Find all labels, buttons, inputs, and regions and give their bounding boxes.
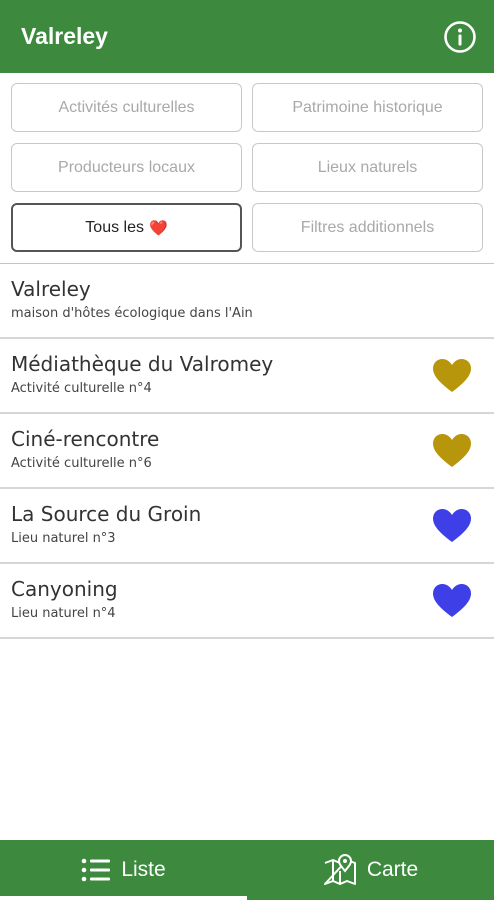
heart-icon[interactable] <box>432 583 472 619</box>
filter-favorites-button[interactable]: Tous les ❤️ <box>11 203 242 252</box>
item-name: La Source du Groin <box>11 502 202 526</box>
list-item[interactable]: Valreley maison d'hôtes écologique dans … <box>0 264 494 339</box>
item-name: Valreley <box>11 277 91 301</box>
filter-natural-button[interactable]: Lieux naturels <box>252 143 483 192</box>
tab-list-label: Liste <box>121 858 166 881</box>
list-icon <box>81 858 111 882</box>
heart-shape <box>433 359 471 392</box>
item-name: Médiathèque du Valromey <box>11 352 274 376</box>
map-pin-icon <box>323 854 357 886</box>
filter-grid: Activités culturelles Patrimoine histori… <box>0 73 494 263</box>
tab-list[interactable]: Liste <box>0 840 247 900</box>
info-button[interactable] <box>442 19 478 55</box>
filter-producers-button[interactable]: Producteurs locaux <box>11 143 242 192</box>
bottom-nav: Liste Carte <box>0 840 494 900</box>
places-list: Valreley maison d'hôtes écologique dans … <box>0 264 494 639</box>
list-item[interactable]: Canyoning Lieu naturel n°4 <box>0 564 494 639</box>
item-name: Ciné-rencontre <box>11 427 160 451</box>
item-subtitle: Activité culturelle n°6 <box>11 456 152 471</box>
app-title: Valreley <box>21 23 108 49</box>
heart-icon[interactable] <box>432 433 472 469</box>
info-circle-icon <box>444 20 476 53</box>
list-item[interactable]: Ciné-rencontre Activité culturelle n°6 <box>0 414 494 489</box>
heart-icon[interactable] <box>432 508 472 544</box>
filter-favorites-label: Tous les <box>85 218 144 236</box>
filter-heritage-button[interactable]: Patrimoine historique <box>252 83 483 132</box>
filter-additional-button[interactable]: Filtres additionnels <box>252 203 483 252</box>
item-name: Canyoning <box>11 577 118 601</box>
tab-map-label: Carte <box>366 858 419 881</box>
heart-icon[interactable] <box>432 358 472 394</box>
list-item[interactable]: Médiathèque du Valromey Activité culture… <box>0 339 494 414</box>
heart-shape <box>433 509 471 542</box>
tab-map[interactable]: Carte <box>247 840 494 900</box>
app-root: Valreley Activités culturelles Patrimoin… <box>0 0 494 900</box>
heart-shape <box>433 584 471 617</box>
app-header: Valreley <box>0 0 494 73</box>
list-item[interactable]: La Source du Groin Lieu naturel n°3 <box>0 489 494 564</box>
item-subtitle: Lieu naturel n°3 <box>11 531 116 546</box>
filter-cultural-button[interactable]: Activités culturelles <box>11 83 242 132</box>
item-subtitle: Activité culturelle n°4 <box>11 381 152 396</box>
heart-emoji-icon: ❤️ <box>149 219 168 237</box>
heart-shape <box>433 434 471 467</box>
item-subtitle: maison d'hôtes écologique dans l'Ain <box>11 306 253 321</box>
item-subtitle: Lieu naturel n°4 <box>11 606 116 621</box>
